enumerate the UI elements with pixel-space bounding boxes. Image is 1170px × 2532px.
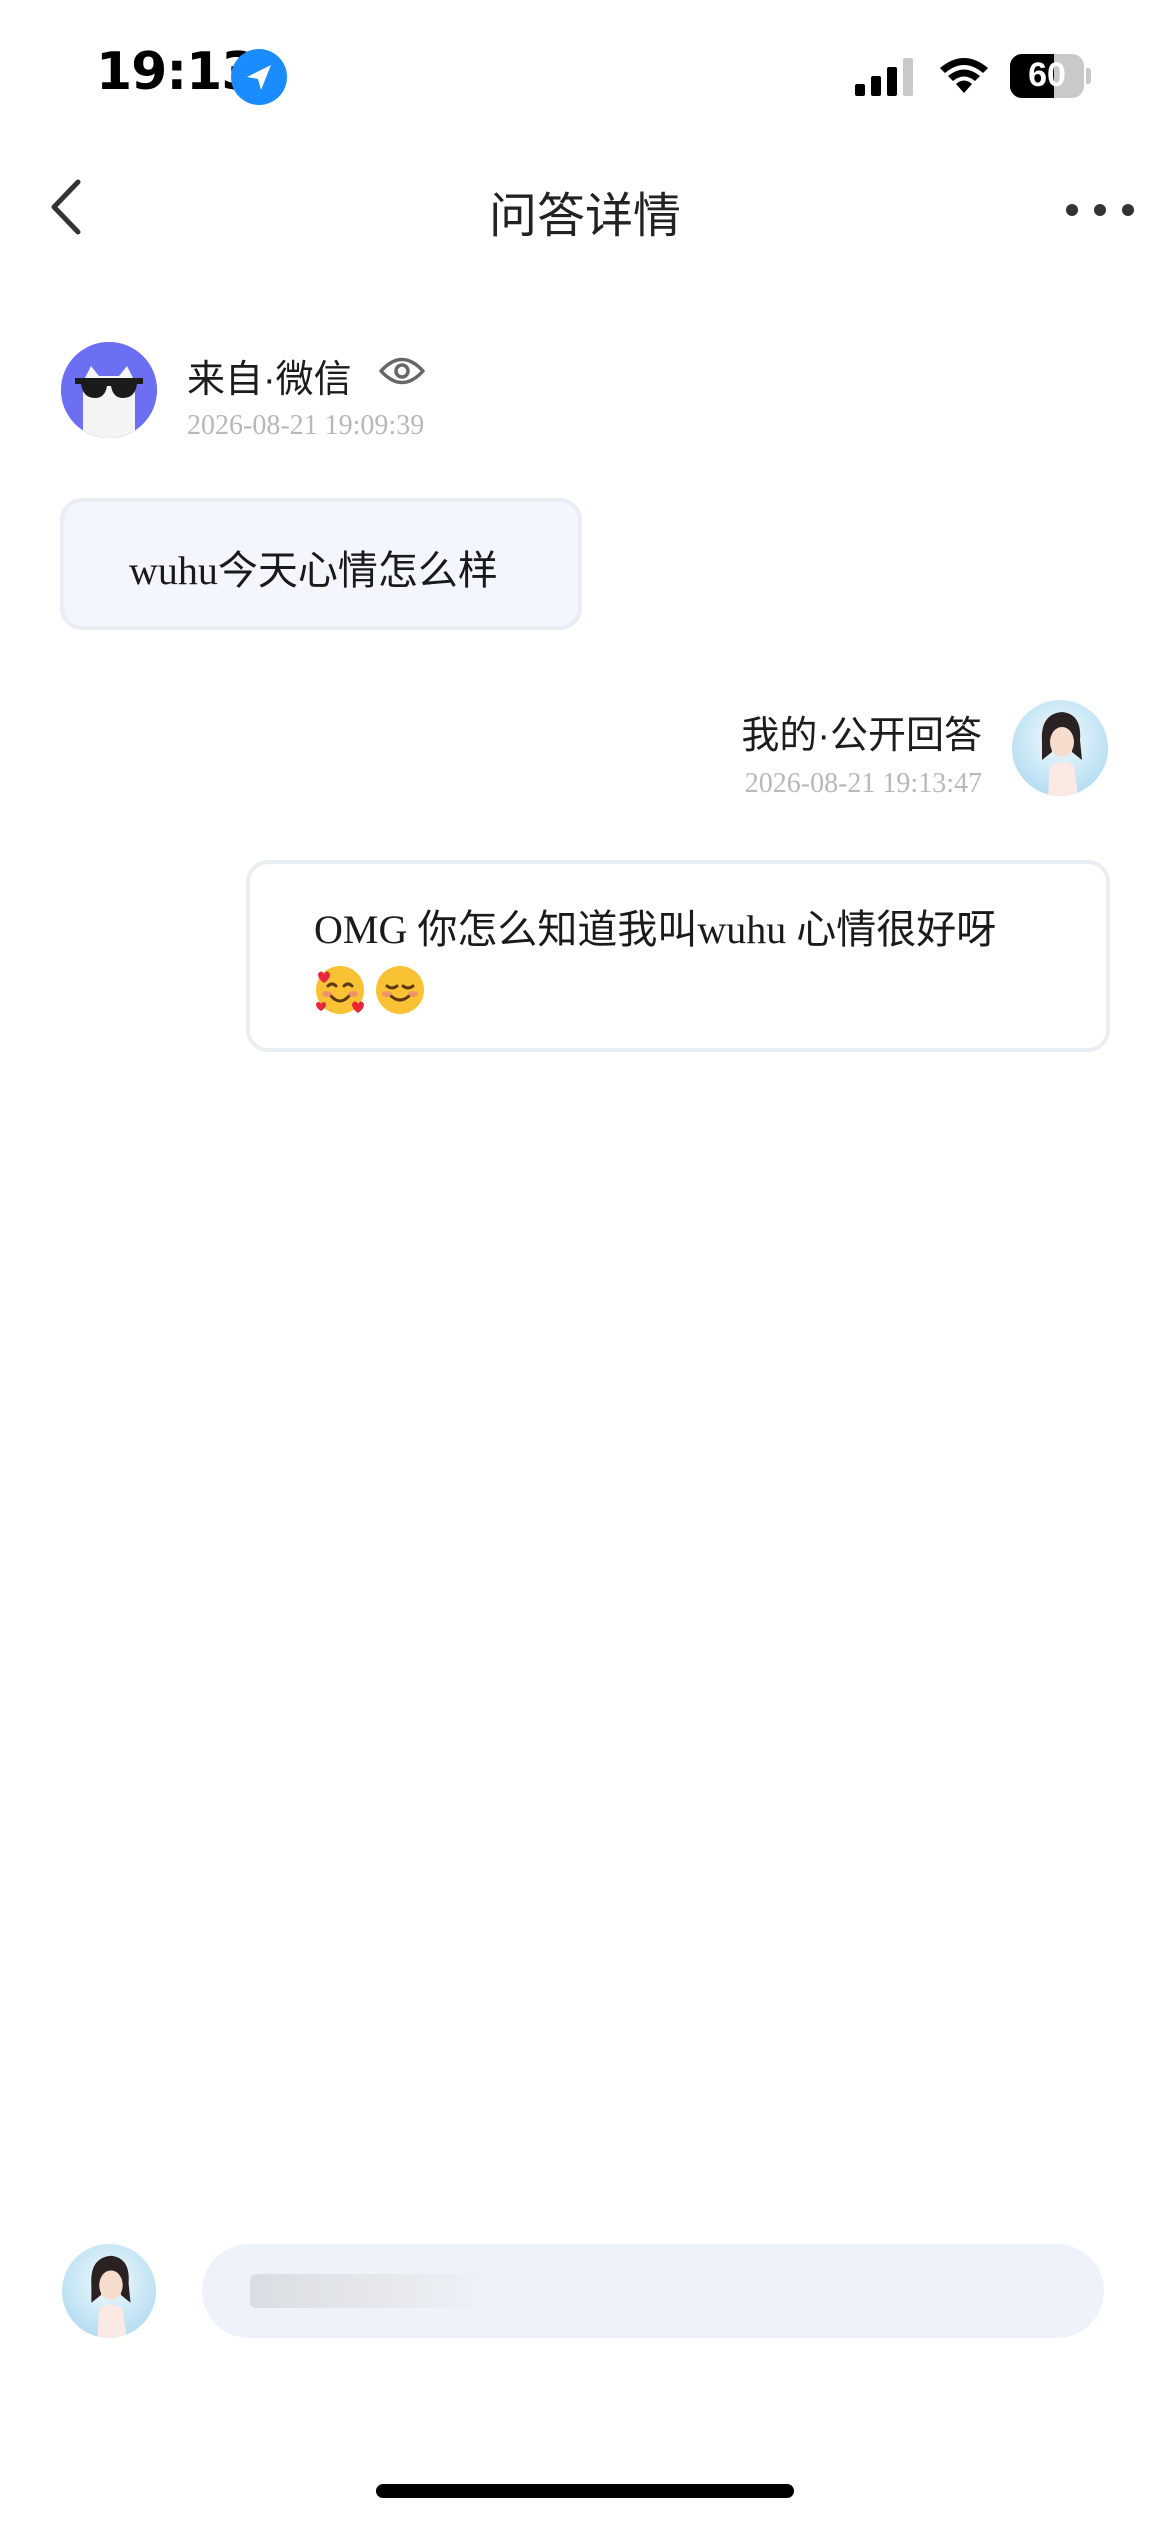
- cat-sunglasses-avatar: [61, 342, 157, 438]
- question-bubble: wuhu今天心情怎么样: [60, 498, 582, 630]
- asker-avatar[interactable]: [61, 342, 157, 438]
- status-bar: 19:13 60: [0, 0, 1170, 150]
- wifi-icon: [937, 54, 991, 96]
- reply-placeholder-text: [202, 2244, 203, 2245]
- eye-icon[interactable]: [378, 352, 426, 390]
- answer-timestamp: 2026-08-21 19:13:47: [744, 768, 982, 799]
- more-options-button[interactable]: [1066, 200, 1136, 220]
- answerer-avatar[interactable]: [1012, 700, 1108, 796]
- user-avatar: [1012, 700, 1108, 796]
- qa-detail-screen: 19:13 60 问答详情 来自·微信 2026-08-21 19:09:39 …: [0, 0, 1170, 2532]
- question-text: wuhu今天心情怎么样: [129, 548, 498, 593]
- composer-avatar: [62, 2244, 156, 2338]
- home-indicator[interactable]: [376, 2484, 794, 2498]
- page-title: 问答详情: [488, 188, 681, 244]
- reply-input[interactable]: [202, 2244, 1104, 2338]
- location-arrow-icon: [231, 49, 287, 105]
- answer-bubble: OMG 你怎么知道我叫wuhu 心情很好呀 🥰☺️: [246, 860, 1110, 1052]
- reply-input-placeholder: [250, 2274, 500, 2308]
- navigation-bar: 问答详情: [0, 150, 1170, 270]
- answer-label: 我的·公开回答: [741, 715, 982, 757]
- smiling-face-emoji-icon: [374, 964, 426, 1016]
- answer-text: OMG 你怎么知道我叫wuhu 心情很好呀: [314, 907, 997, 952]
- smiling-face-hearts-emoji-icon: [314, 964, 366, 1016]
- user-avatar: [62, 2244, 156, 2338]
- question-source-label: 来自·微信: [187, 359, 352, 401]
- question-timestamp: 2026-08-21 19:09:39: [187, 410, 425, 441]
- cellular-signal-icon: [855, 56, 917, 96]
- battery-level-text: 60: [1028, 56, 1066, 94]
- battery-icon: 60: [1010, 54, 1091, 98]
